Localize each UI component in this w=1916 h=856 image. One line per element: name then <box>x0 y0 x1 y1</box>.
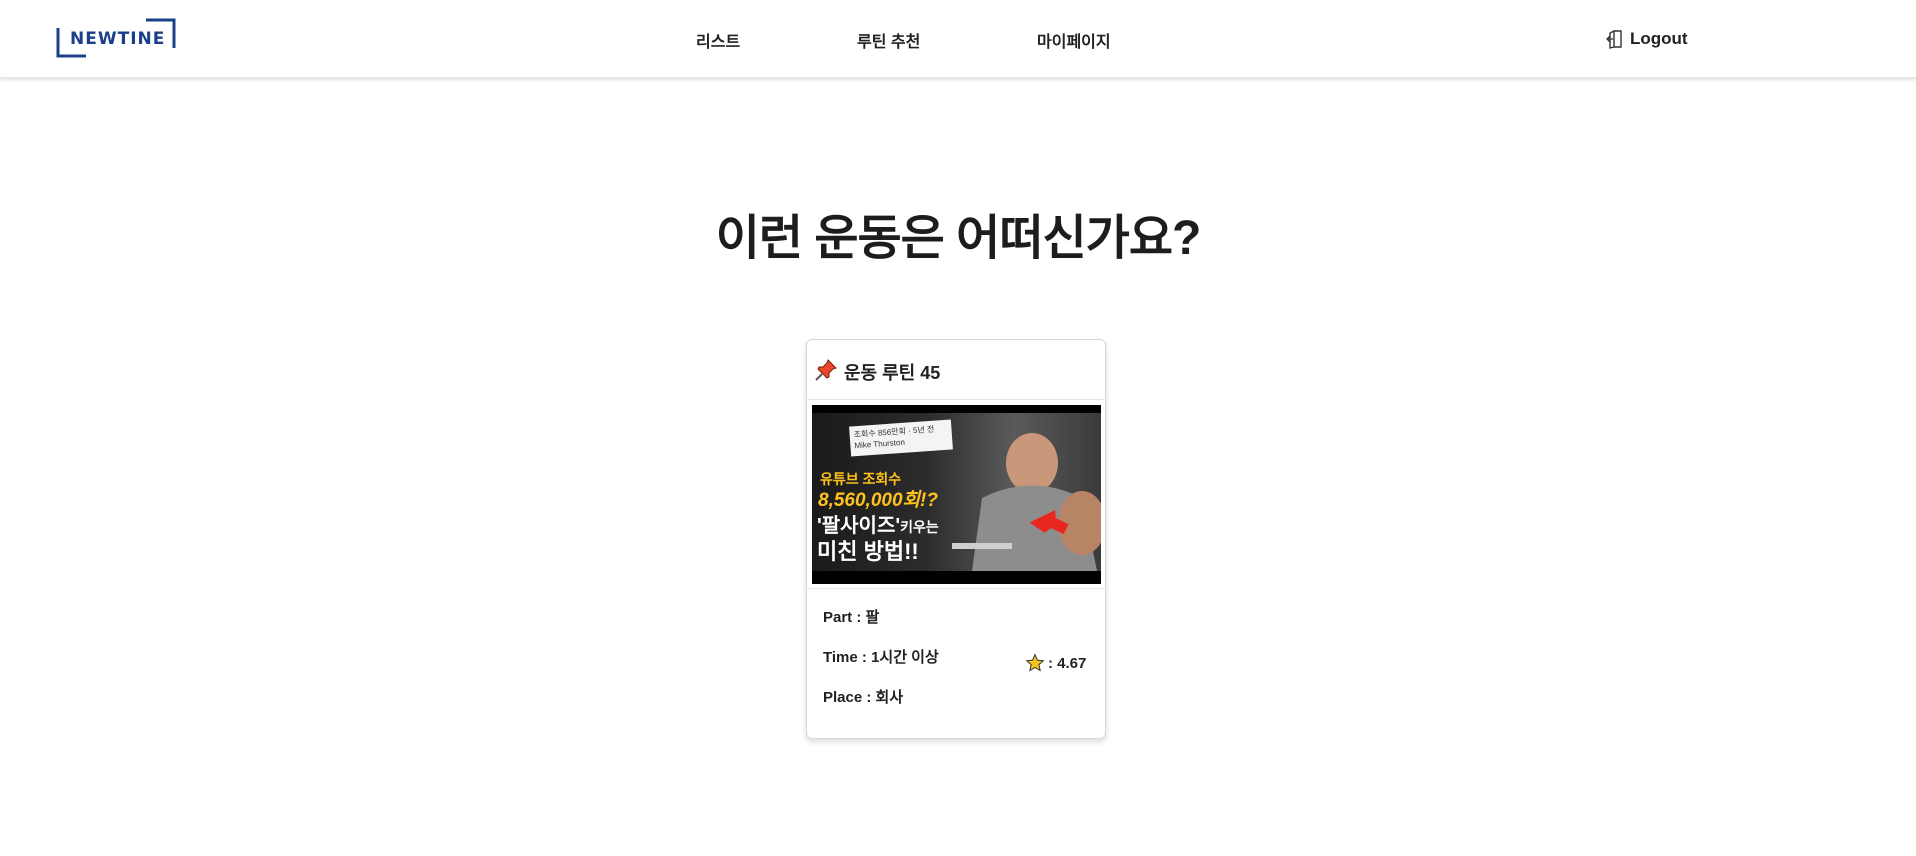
thumbnail-line4: 미친 방법!! <box>817 539 919 564</box>
nav-mypage[interactable]: 마이페이지 <box>1037 28 1111 52</box>
card-title: 운동 루틴 45 <box>844 363 941 383</box>
thumbnail-line2: 8,560,000회!? <box>818 490 938 511</box>
card-header: 운동 루틴 45 <box>807 340 1105 400</box>
star-icon <box>1025 653 1045 672</box>
card-divider <box>807 588 1105 589</box>
logo-text: NEWTINE <box>70 29 166 49</box>
card-rating: : 4.67 <box>1025 653 1086 673</box>
newtine-logo[interactable]: NEWTINE <box>56 18 176 58</box>
top-navbar: NEWTINE 리스트 루틴 추천 마이페이지 Logout <box>0 0 1916 78</box>
card-part: Part : 팔 <box>823 609 880 626</box>
routine-card[interactable]: 운동 루틴 45 조회수 856만회 · 5년 전 Mike Thurston … <box>806 339 1106 739</box>
thumbnail-image: 조회수 856만회 · 5년 전 Mike Thurston 유튜브 조회수 8… <box>812 413 1101 571</box>
thumbnail-line3-small: 키우는 <box>900 519 939 535</box>
page-title: 이런 운동은 어떠신가요? <box>715 212 1202 265</box>
logout-label: Logout <box>1630 29 1688 48</box>
nav-list[interactable]: 리스트 <box>696 28 740 52</box>
logout-button[interactable]: Logout <box>1606 28 1688 50</box>
nav-routine-recommend[interactable]: 루틴 추천 <box>857 28 920 52</box>
athlete-figure-icon <box>952 433 1101 571</box>
card-place: Place : 회사 <box>823 689 904 706</box>
rating-value: : 4.67 <box>1048 654 1087 672</box>
card-time: Time : 1시간 이상 <box>823 649 939 666</box>
logout-door-icon <box>1606 29 1622 49</box>
video-thumbnail[interactable]: 조회수 856만회 · 5년 전 Mike Thurston 유튜브 조회수 8… <box>812 405 1101 584</box>
pushpin-icon <box>815 359 837 381</box>
